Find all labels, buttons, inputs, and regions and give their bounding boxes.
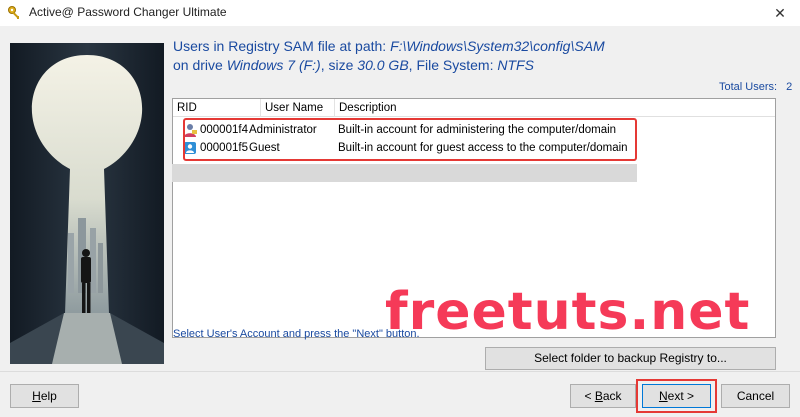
watermark: freetuts.net — [385, 282, 751, 342]
bottom-divider — [0, 371, 800, 372]
next-button[interactable]: Next > — [642, 384, 711, 408]
list-header: RID User Name Description — [173, 99, 775, 117]
fs-value: NTFS — [497, 57, 534, 73]
next-mnemonic: N — [658, 389, 668, 403]
selected-row-background — [172, 164, 637, 182]
help-button[interactable]: Help — [10, 384, 79, 408]
instruction-hint: Select User's Account and press the "Nex… — [173, 328, 420, 340]
window-title: Active@ Password Changer Ultimate — [29, 5, 227, 19]
keys-app-icon — [8, 6, 19, 19]
sam-path-label: Users in Registry SAM file at path: — [173, 38, 391, 54]
sam-path-value: F:\Windows\System32\config\SAM — [390, 38, 605, 54]
help-label: elp — [40, 389, 57, 403]
keyhole-door-image — [10, 43, 164, 364]
title-bar: Active@ Password Changer Ultimate ✕ — [0, 0, 800, 26]
close-button[interactable]: ✕ — [760, 0, 800, 26]
backup-folder-button[interactable]: Select folder to backup Registry to... — [485, 347, 776, 370]
drive-value: Windows 7 (F:) — [226, 57, 321, 73]
drive-info-line: on drive Windows 7 (F:), size 30.0 GB, F… — [173, 57, 534, 73]
rows-highlight-box — [183, 118, 637, 161]
next-label: ext > — [667, 389, 695, 403]
help-mnemonic: H — [32, 389, 41, 403]
fs-label: , File System: — [408, 57, 498, 73]
back-button[interactable]: < Back — [570, 384, 636, 408]
back-label: ack — [602, 389, 622, 403]
total-users-count: 2 — [786, 81, 793, 93]
size-label: , size — [320, 57, 358, 73]
column-header-description[interactable]: Description — [335, 99, 775, 117]
back-arrow: < — [584, 389, 595, 403]
sam-path-line: Users in Registry SAM file at path: F:\W… — [173, 38, 605, 54]
total-users: Total Users: 2 — [719, 81, 792, 93]
total-users-label: Total Users: — [719, 81, 778, 93]
cancel-button[interactable]: Cancel — [721, 384, 790, 408]
back-mnemonic: B — [594, 389, 603, 403]
dialog-client: Users in Registry SAM file at path: F:\W… — [0, 26, 800, 417]
close-icon: ✕ — [774, 5, 786, 21]
column-header-rid[interactable]: RID — [173, 99, 261, 117]
column-header-user-name[interactable]: User Name — [261, 99, 335, 117]
drive-label: on drive — [173, 57, 227, 73]
size-value: 30.0 GB — [357, 57, 409, 73]
